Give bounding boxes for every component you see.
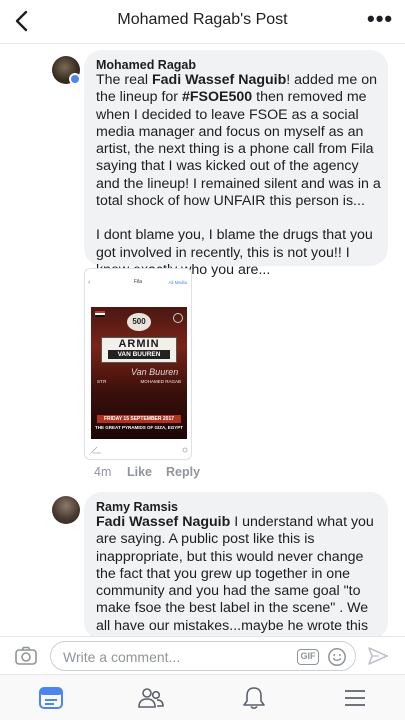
mention-link[interactable]: Fadi Wassef Naguib bbox=[152, 72, 286, 88]
poster-date: FRIDAY 15 SEPTEMBER 2017 bbox=[97, 415, 181, 423]
comment-bubble[interactable]: Ramy Ramsis Fadi Wassef Naguib I underst… bbox=[84, 492, 388, 640]
poster-signature: Van Buuren bbox=[131, 367, 179, 377]
comment-text: The real Fadi Wassef Naguib! added me on… bbox=[96, 72, 381, 278]
comment-text: Fadi Wassef Naguib I understand what you… bbox=[96, 514, 374, 640]
attachment-nav-link: All Media bbox=[168, 280, 187, 285]
comment-composer: GIF bbox=[0, 636, 405, 674]
comment-attachment-image[interactable]: ‹ Fila All Media 500 ARMIN VAN BUUREN Va… bbox=[84, 268, 192, 460]
flag-icon bbox=[95, 311, 105, 317]
comment-field[interactable]: GIF bbox=[50, 641, 356, 671]
poster-headline: ARMIN VAN BUUREN bbox=[101, 337, 177, 363]
poster-badge: 500 bbox=[127, 313, 151, 331]
menu-icon[interactable] bbox=[341, 685, 369, 711]
notifications-bell-icon[interactable] bbox=[240, 685, 268, 711]
bottom-tab-bar bbox=[0, 674, 405, 720]
like-button[interactable]: Like bbox=[127, 465, 152, 479]
friends-icon[interactable] bbox=[137, 685, 165, 711]
comment-author[interactable]: Ramy Ramsis bbox=[96, 500, 178, 514]
comment-input[interactable] bbox=[63, 648, 283, 666]
send-icon[interactable] bbox=[366, 645, 390, 667]
gif-button[interactable]: GIF bbox=[297, 649, 319, 665]
reply-button[interactable]: Reply bbox=[166, 465, 200, 479]
mention-link[interactable]: Fadi Wassef Naguib bbox=[96, 514, 230, 530]
emoji-icon[interactable] bbox=[327, 647, 347, 667]
camera-icon[interactable] bbox=[14, 645, 38, 667]
news-feed-icon[interactable] bbox=[37, 685, 65, 711]
attachment-toolbar bbox=[89, 445, 188, 455]
comment-bubble[interactable]: Mohamed Ragab The real Fadi Wassef Nagui… bbox=[84, 50, 388, 278]
comment-author[interactable]: Mohamed Ragab bbox=[96, 58, 196, 72]
event-poster: 500 ARMIN VAN BUUREN Van Buuren STЯ MOHA… bbox=[91, 307, 187, 439]
comment-timestamp: 4m bbox=[94, 465, 112, 479]
logo-icon bbox=[173, 313, 183, 323]
avatar[interactable] bbox=[52, 496, 80, 524]
active-status-icon bbox=[69, 73, 81, 85]
top-bar: Mohamed Ragab's Post ••• bbox=[0, 0, 405, 44]
hashtag-link[interactable]: #FSOE500 bbox=[182, 89, 252, 105]
page-title: Mohamed Ragab's Post bbox=[117, 11, 288, 28]
poster-venue: THE GREAT PYRAMIDS OF GIZA, EGYPT bbox=[95, 425, 183, 430]
more-options-icon[interactable]: ••• bbox=[367, 6, 393, 32]
